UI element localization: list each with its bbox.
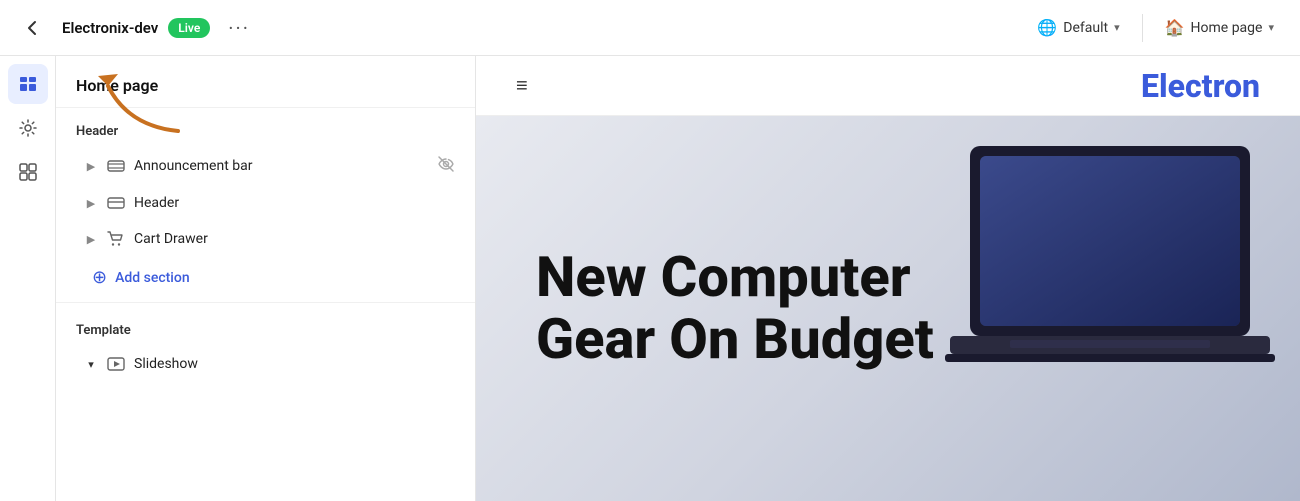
sidebar-icons [0,56,56,501]
apps-icon [18,162,38,182]
hamburger-icon: ≡ [516,73,529,98]
header-label: Header [134,195,455,211]
sections-icon [18,74,38,94]
sidebar-item-apps[interactable] [8,152,48,192]
topbar: Electronix-dev Live ··· 🌐 Default ▾ 🏠 Ho… [0,0,1300,56]
preview-hero: New Computer Gear On Budget [476,116,1300,501]
sections-panel: Home page Header ▶ Announcement bar [56,56,476,501]
laptop-svg [940,136,1300,416]
home-icon: 🏠 [1165,18,1185,37]
settings-icon [18,118,38,138]
header-group: Header ▶ Announcement bar [56,108,475,298]
slideshow-icon [106,354,126,374]
topbar-right: 🌐 Default ▾ 🏠 Home page ▾ [650,12,1284,43]
add-circle-icon: ⊕ [92,267,107,288]
cart-drawer-label: Cart Drawer [134,231,455,247]
template-group-label: Template [56,307,475,346]
more-options-button[interactable]: ··· [220,12,258,44]
back-icon [22,18,42,38]
chevron-down-icon-2: ▾ [1268,21,1274,34]
add-section-label: Add section [115,270,190,286]
site-name: Electronix-dev [62,19,158,37]
sidebar-item-settings[interactable] [8,108,48,148]
panel-title: Home page [56,56,475,108]
default-label: Default [1063,20,1108,36]
template-group: Template ▾ Slideshow [56,307,475,382]
preview-area: ≡ Electron New Computer Gear On Budget [476,56,1300,501]
header-icon [106,193,126,213]
announcement-bar-icon [106,156,126,176]
announcement-bar-label: Announcement bar [134,158,429,174]
live-badge: Live [168,18,210,38]
header-group-label: Header [56,108,475,147]
cart-drawer-item[interactable]: ▶ Cart Drawer [56,221,475,257]
globe-icon: 🌐 [1037,18,1057,37]
homepage-selector[interactable]: 🏠 Home page ▾ [1155,12,1284,43]
back-button[interactable] [16,12,48,44]
cart-drawer-icon [106,229,126,249]
chevron-icon: ▶ [84,160,98,173]
chevron-icon-3: ▶ [84,233,98,246]
chevron-down-icon-3: ▾ [84,358,98,371]
default-selector[interactable]: 🌐 Default ▾ [1027,12,1129,43]
slideshow-label: Slideshow [134,356,455,372]
chevron-icon-2: ▶ [84,197,98,210]
panel-divider [56,302,475,303]
hidden-icon [437,155,455,177]
topbar-left: Electronix-dev Live ··· [16,12,650,44]
preview-nav: ≡ Electron [476,56,1300,116]
chevron-down-icon: ▾ [1114,21,1120,34]
announcement-bar-item[interactable]: ▶ Announcement bar [56,147,475,185]
preview-logo: Electron [1141,67,1260,105]
topbar-divider [1142,14,1143,42]
hero-title: New Computer Gear On Budget [536,247,934,370]
sidebar-item-sections[interactable] [8,64,48,104]
main-area: Home page Header ▶ Announcement bar [0,56,1300,501]
add-section-button[interactable]: ⊕ Add section [56,257,475,298]
slideshow-item[interactable]: ▾ Slideshow [56,346,475,382]
laptop-illustration [940,136,1300,416]
website-preview: ≡ Electron New Computer Gear On Budget [476,56,1300,501]
header-item[interactable]: ▶ Header [56,185,475,221]
home-page-label: Home page [1191,20,1263,36]
hero-text: New Computer Gear On Budget [536,247,934,370]
